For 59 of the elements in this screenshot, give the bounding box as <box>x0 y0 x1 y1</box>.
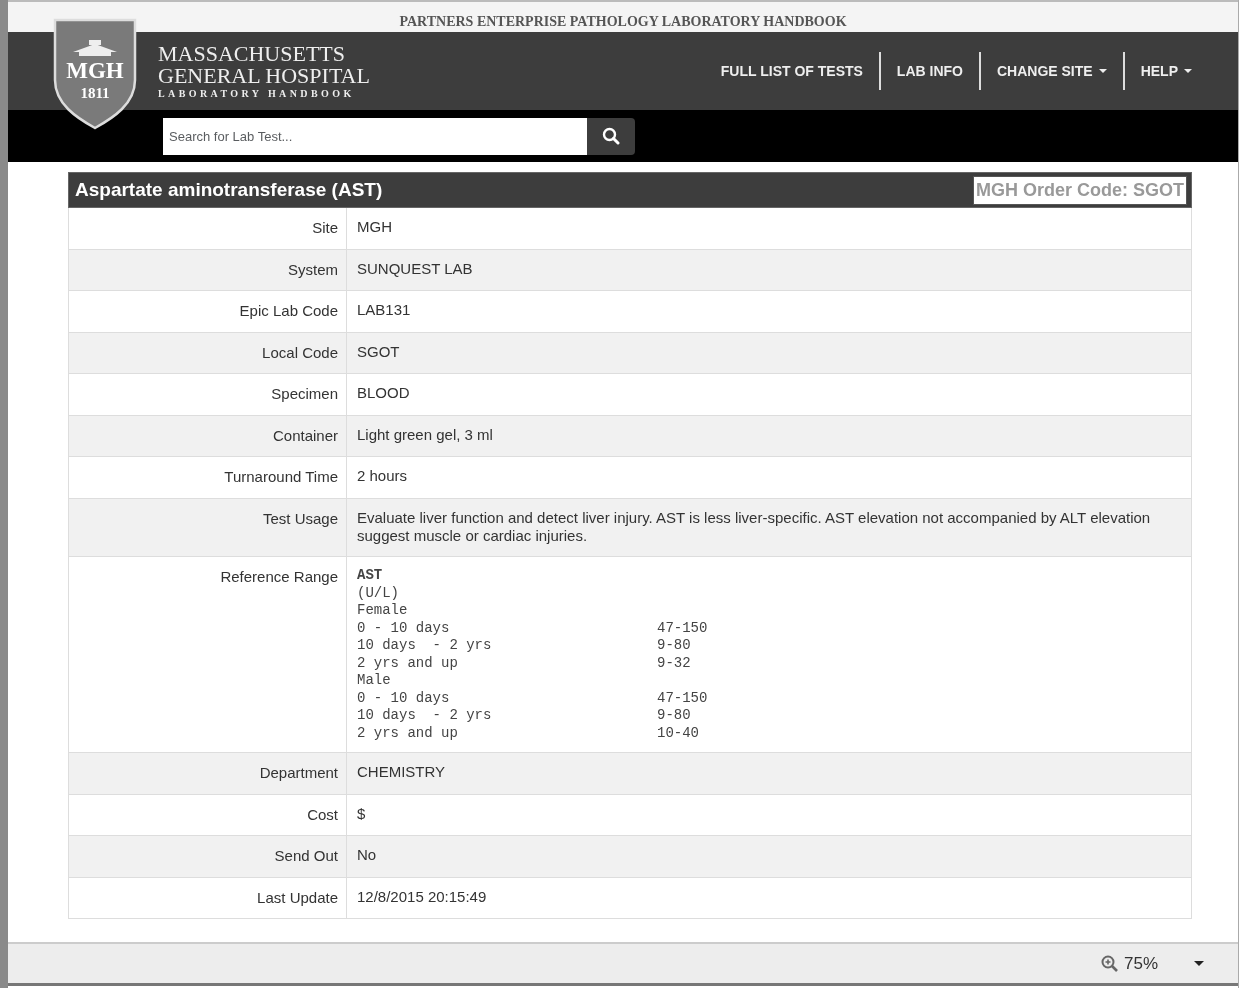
field-value: No <box>356 845 378 865</box>
brand-name: GENERAL HOSPITAL <box>158 65 370 87</box>
field-label: Site <box>69 208 347 249</box>
field-value: Evaluate liver function and detect liver injury. AST is less liver-specific. AST elevation not accompanied by ALT elevation suggest muscle or cardiac injuries. <box>356 507 1152 547</box>
range-value: 9-80 <box>657 707 691 725</box>
range-text: 2 yrs and up <box>357 654 459 672</box>
brand-name: MASSACHUSETTS <box>158 43 347 65</box>
test-title: Aspartate aminotransferase (AST) <box>75 177 383 202</box>
nav-link[interactable]: LAB INFO <box>878 52 979 90</box>
range-text: 10 days - 2 yrs <box>357 637 493 655</box>
caret-icon <box>1184 69 1192 73</box>
field-value: Light green gel, 3 ml <box>356 424 494 445</box>
field-value: SUNQUEST LAB <box>356 258 474 279</box>
range-heading: AST <box>357 567 384 585</box>
range-text: (U/L) <box>357 584 400 602</box>
field-label: Cost <box>69 794 347 835</box>
brand-subtitle: LABORATORY HANDBOOK <box>158 89 356 99</box>
field-value: $ <box>356 803 367 824</box>
range-value: 9-32 <box>657 654 691 672</box>
field-label: Specimen <box>69 374 347 415</box>
search-button[interactable] <box>587 117 635 155</box>
field-value: SGOT <box>356 341 401 362</box>
field-label: System <box>69 249 347 290</box>
caret-icon <box>1098 69 1107 73</box>
field-label: Send Out <box>69 836 347 877</box>
range-value: 47-150 <box>657 619 708 637</box>
field-value: MGH <box>356 217 393 237</box>
range-text: 0 - 10 days <box>357 619 451 637</box>
field-value: 2 hours <box>356 466 409 486</box>
field-label: Test Usage <box>69 498 347 556</box>
dropdown-icon[interactable] <box>1194 961 1204 966</box>
field-label: Department <box>69 753 347 794</box>
field-label: Reference Range <box>69 557 347 752</box>
field-value: 12/8/2015 20:15:49 <box>356 886 488 907</box>
nav-link[interactable]: HELP <box>1122 52 1208 90</box>
range-text: 10 days - 2 yrs <box>357 707 493 725</box>
field-value: CHEMISTRY <box>356 762 447 782</box>
zoom-icon[interactable] <box>1100 955 1118 972</box>
zoom-level[interactable]: 75% <box>1123 950 1158 977</box>
range-text: 2 yrs and up <box>357 724 459 742</box>
order-code: MGH Order Code: SGOT <box>973 175 1187 205</box>
field-label: Last Update <box>69 877 347 918</box>
range-text: 0 - 10 days <box>357 689 451 707</box>
search-field[interactable]: Search for Lab Test... <box>163 117 587 155</box>
range-text: Male <box>357 672 392 690</box>
field-label: Epic Lab Code <box>69 291 347 332</box>
field-label: Turnaround Time <box>69 457 347 498</box>
range-value: 47-150 <box>657 689 708 707</box>
search-icon <box>602 127 620 145</box>
range-value: 10-40 <box>657 724 699 742</box>
nav-link[interactable]: CHANGE SITE <box>978 52 1123 90</box>
nav-link[interactable]: FULL LIST OF TESTS <box>704 52 879 90</box>
field-value: BLOOD <box>356 383 411 403</box>
field-value: LAB131 <box>356 300 412 320</box>
range-value: 9-80 <box>657 637 691 655</box>
range-text: Female <box>357 602 409 620</box>
field-label: Container <box>69 415 347 456</box>
site-title: PARTNERS ENTERPRISE PATHOLOGY LABORATORY HANDBOOK <box>399 13 847 31</box>
field-label: Local Code <box>69 332 347 373</box>
